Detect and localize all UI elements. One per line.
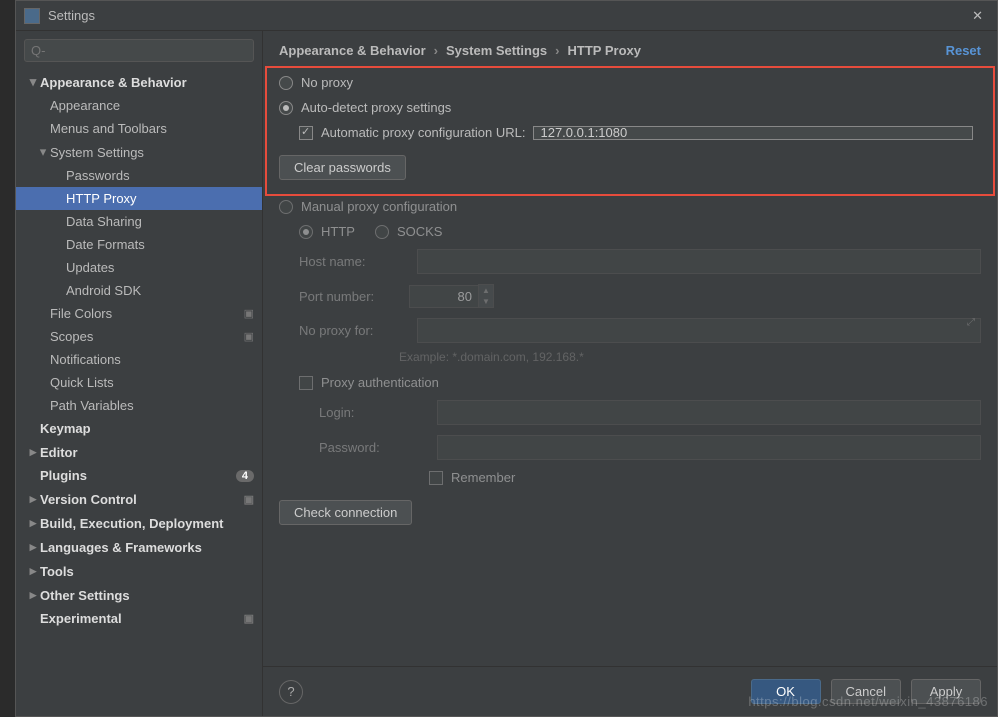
proto-row: HTTP SOCKS [279, 219, 981, 244]
noproxyfor-field[interactable] [417, 318, 981, 343]
login-label: Login: [319, 405, 429, 420]
host-field[interactable] [417, 249, 981, 274]
watermark: https://blog.csdn.net/weixin_43876186 [748, 694, 988, 709]
tree-data-sharing[interactable]: Data Sharing [16, 210, 262, 233]
port-label: Port number: [299, 289, 409, 304]
check-connection-button[interactable]: Check connection [279, 500, 412, 525]
password-label: Password: [319, 440, 429, 455]
clear-passwords-button[interactable]: Clear passwords [279, 155, 406, 180]
project-icon: ▣ [244, 307, 254, 320]
tree-plugins[interactable]: Plugins4 [16, 464, 262, 487]
crumb-1[interactable]: Appearance & Behavior [279, 43, 426, 58]
port-field[interactable] [409, 285, 479, 308]
spinner-down-icon[interactable]: ▼ [479, 296, 493, 307]
tree-other-settings[interactable]: ▸Other Settings [16, 583, 262, 607]
check-remember-input[interactable] [429, 471, 443, 485]
tree-date-formats[interactable]: Date Formats [16, 233, 262, 256]
port-spinner[interactable]: ▲▼ [478, 284, 494, 308]
tree-path-variables[interactable]: Path Variables [16, 394, 262, 417]
plugins-badge: 4 [236, 470, 254, 482]
tree-keymap[interactable]: Keymap [16, 417, 262, 440]
example-hint: Example: *.domain.com, 192.168.* [279, 348, 981, 370]
settings-window: Settings ✕ ▾Appearance & Behavior Appear… [15, 0, 998, 717]
chevron-right-icon: ▸ [26, 515, 40, 531]
login-field[interactable] [437, 400, 981, 425]
titlebar: Settings ✕ [16, 1, 997, 31]
tree-menus-toolbars[interactable]: Menus and Toolbars [16, 117, 262, 140]
chevron-right-icon: ▸ [26, 563, 40, 579]
tree-experimental[interactable]: Experimental▣ [16, 607, 262, 630]
tree-editor[interactable]: ▸Editor [16, 440, 262, 464]
tree-tools[interactable]: ▸Tools [16, 559, 262, 583]
breadcrumb: Appearance & Behavior › System Settings … [263, 31, 997, 66]
tree-lang-fw[interactable]: ▸Languages & Frameworks [16, 535, 262, 559]
radio-manual-input[interactable] [279, 200, 293, 214]
password-field[interactable] [437, 435, 981, 460]
check-auto-url[interactable]: Automatic proxy configuration URL: [279, 120, 981, 145]
project-icon: ▣ [244, 493, 254, 506]
tree-file-colors[interactable]: File Colors▣ [16, 302, 262, 325]
radio-auto-detect-input[interactable] [279, 101, 293, 115]
chevron-right-icon: ▸ [26, 444, 40, 460]
auto-url-field[interactable] [533, 126, 973, 140]
project-icon: ▣ [244, 612, 254, 625]
crumb-sep: › [434, 43, 438, 58]
window-title: Settings [48, 8, 966, 23]
spinner-up-icon[interactable]: ▲ [479, 285, 493, 296]
radio-socks[interactable] [375, 225, 389, 239]
check-remember[interactable]: Remember [279, 465, 981, 490]
chevron-right-icon: ▸ [26, 491, 40, 507]
check-proxy-auth[interactable]: Proxy authentication [279, 370, 981, 395]
check-auto-url-input[interactable] [299, 126, 313, 140]
chevron-down-icon: ▾ [26, 74, 40, 90]
tree-appearance-behavior[interactable]: ▾Appearance & Behavior [16, 70, 262, 94]
search-input[interactable] [24, 39, 254, 62]
project-icon: ▣ [244, 330, 254, 343]
sidebar: ▾Appearance & Behavior Appearance Menus … [16, 31, 263, 716]
tree-notifications[interactable]: Notifications [16, 348, 262, 371]
radio-http[interactable] [299, 225, 313, 239]
tree-scopes[interactable]: Scopes▣ [16, 325, 262, 348]
chevron-down-icon: ▾ [36, 144, 50, 160]
host-label: Host name: [299, 254, 409, 269]
tree-appearance[interactable]: Appearance [16, 94, 262, 117]
proxy-panel: No proxy Auto-detect proxy settings Auto… [263, 66, 997, 666]
expand-icon[interactable]: ⤢ [967, 317, 975, 328]
tree-version-control[interactable]: ▸Version Control▣ [16, 487, 262, 511]
help-button[interactable]: ? [279, 680, 303, 704]
settings-tree: ▾Appearance & Behavior Appearance Menus … [16, 70, 262, 716]
crumb-sep: › [555, 43, 559, 58]
chevron-right-icon: ▸ [26, 539, 40, 555]
chevron-right-icon: ▸ [26, 587, 40, 603]
crumb-2[interactable]: System Settings [446, 43, 547, 58]
tree-system-settings[interactable]: ▾System Settings [16, 140, 262, 164]
app-icon [24, 8, 40, 24]
tree-quick-lists[interactable]: Quick Lists [16, 371, 262, 394]
tree-android-sdk[interactable]: Android SDK [16, 279, 262, 302]
check-proxy-auth-input[interactable] [299, 376, 313, 390]
main-panel: Appearance & Behavior › System Settings … [263, 31, 997, 716]
crumb-3: HTTP Proxy [568, 43, 641, 58]
reset-link[interactable]: Reset [946, 43, 981, 58]
radio-no-proxy-input[interactable] [279, 76, 293, 90]
noproxyfor-label: No proxy for: [299, 323, 409, 338]
radio-no-proxy[interactable]: No proxy [279, 70, 981, 95]
tree-http-proxy[interactable]: HTTP Proxy [16, 187, 262, 210]
tree-updates[interactable]: Updates [16, 256, 262, 279]
radio-manual[interactable]: Manual proxy configuration [279, 194, 981, 219]
window-body: ▾Appearance & Behavior Appearance Menus … [16, 31, 997, 716]
tree-passwords[interactable]: Passwords [16, 164, 262, 187]
radio-auto-detect[interactable]: Auto-detect proxy settings [279, 95, 981, 120]
tree-build-exec-deploy[interactable]: ▸Build, Execution, Deployment [16, 511, 262, 535]
close-icon[interactable]: ✕ [966, 6, 989, 26]
